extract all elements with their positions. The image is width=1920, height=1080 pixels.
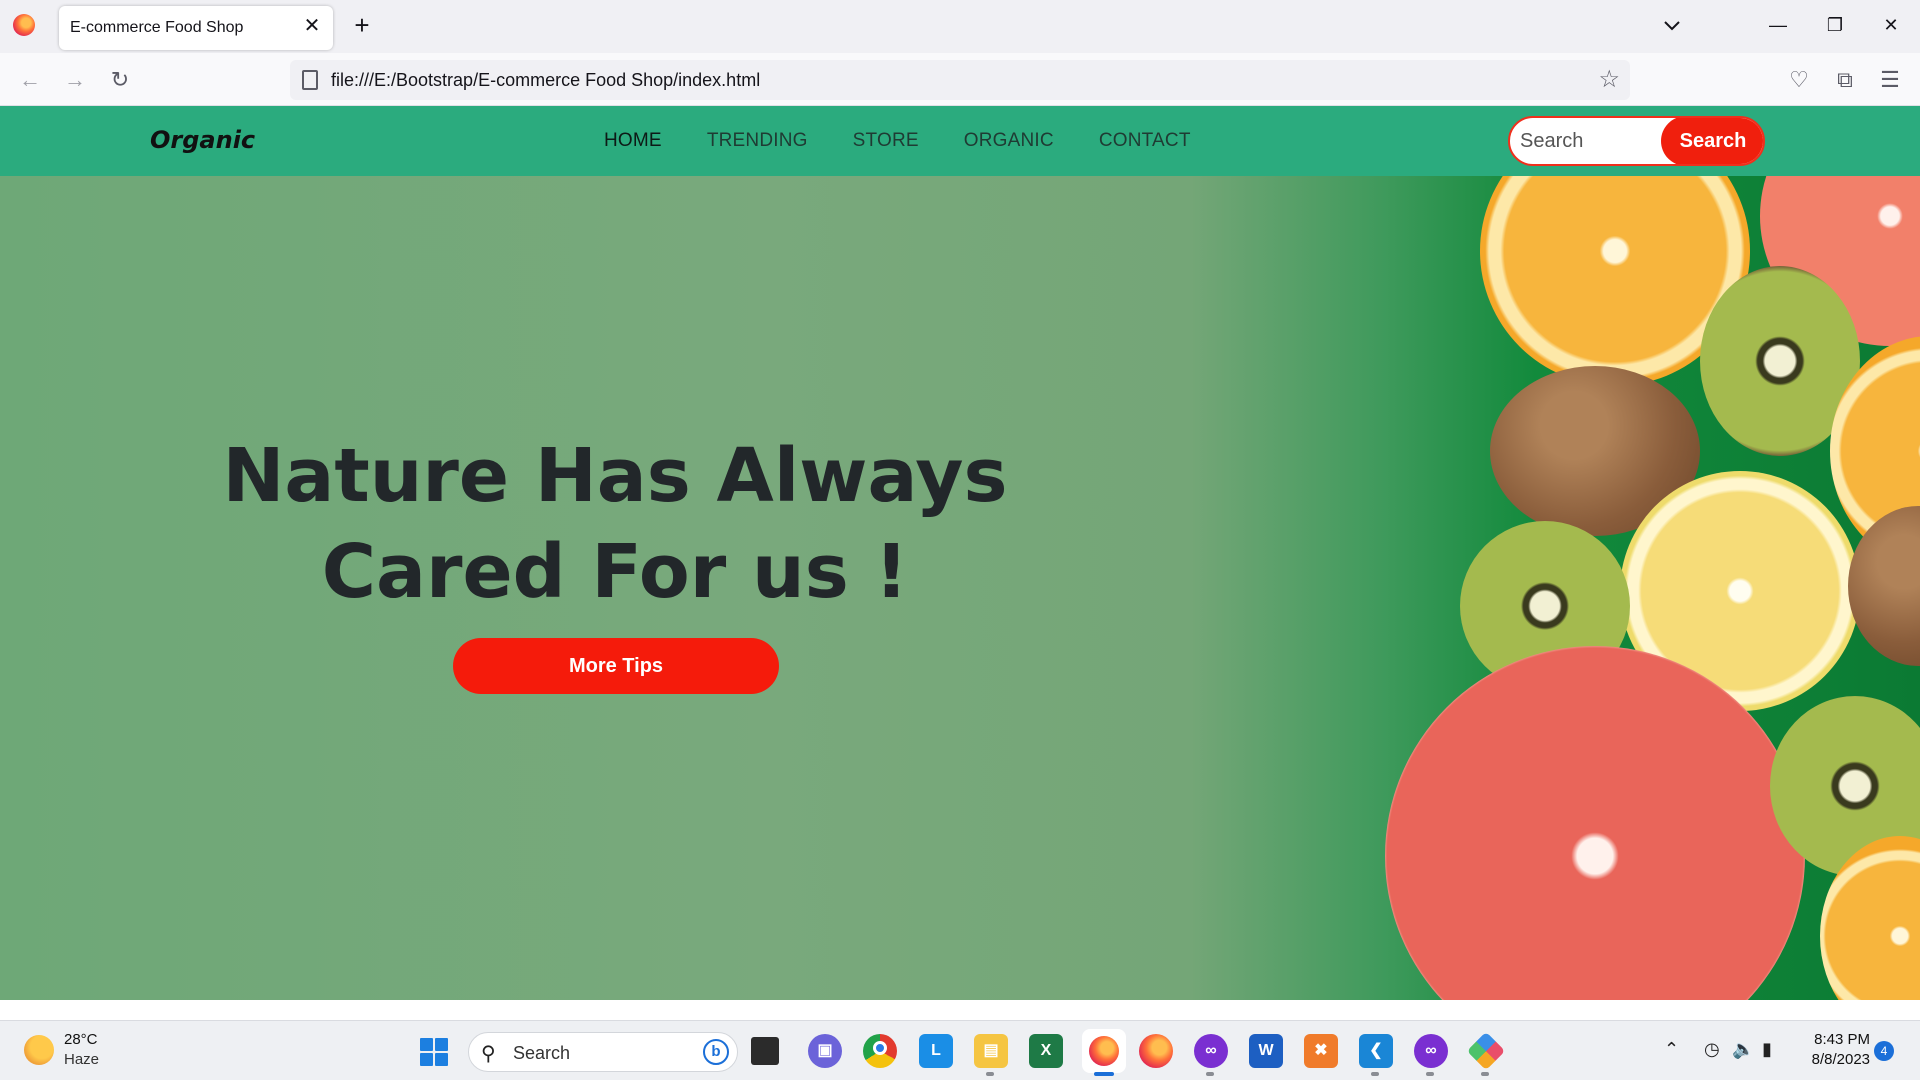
clock-time[interactable]: 8:43 PM: [1808, 1031, 1870, 1048]
webpage: Organic HOME TRENDING STORE ORGANIC CONT…: [0, 106, 1920, 1000]
battery-icon[interactable]: ▮: [1762, 1039, 1772, 1060]
bing-icon[interactable]: b: [703, 1039, 729, 1065]
weather-condition[interactable]: Haze: [64, 1051, 99, 1068]
git-icon[interactable]: [1466, 1031, 1506, 1071]
chevron-up-icon[interactable]: ⌃: [1664, 1039, 1679, 1060]
menu-contact[interactable]: CONTACT: [1099, 130, 1191, 152]
teams-icon[interactable]: ▣: [808, 1034, 842, 1068]
more-tips-button[interactable]: More Tips: [453, 638, 779, 694]
firefox-active-icon[interactable]: [1082, 1029, 1126, 1073]
new-tab-button[interactable]: +: [350, 12, 374, 38]
volume-icon[interactable]: 🔈: [1732, 1039, 1754, 1060]
menu-store[interactable]: STORE: [853, 130, 919, 152]
bookmark-star-icon[interactable]: ☆: [1598, 65, 1620, 94]
menu-trending[interactable]: TRENDING: [707, 130, 808, 152]
forward-icon[interactable]: →: [60, 65, 90, 95]
weather-temperature[interactable]: 28°C: [64, 1031, 98, 1048]
extensions-icon[interactable]: ⧉: [1830, 65, 1860, 95]
chevron-down-icon[interactable]: [1660, 14, 1684, 38]
vscode-icon[interactable]: ❮: [1359, 1034, 1393, 1068]
clock-date[interactable]: 8/8/2023: [1800, 1051, 1870, 1068]
wifi-icon[interactable]: ◷: [1704, 1039, 1720, 1060]
close-tab-icon[interactable]: ✕: [301, 15, 323, 37]
restore-icon[interactable]: ❐: [1820, 10, 1850, 40]
minimize-icon[interactable]: —: [1763, 10, 1793, 40]
reload-icon[interactable]: ↻: [105, 65, 135, 95]
start-icon[interactable]: [420, 1038, 448, 1066]
page-icon: [302, 70, 318, 90]
running-app-indicator: [1371, 1072, 1379, 1076]
main-menu: HOME TRENDING STORE ORGANIC CONTACT: [604, 130, 1191, 152]
hero-heading-line-1: Nature Has Always: [222, 433, 1008, 519]
page-bottom-area: [0, 1000, 1920, 1020]
window-close-icon[interactable]: ✕: [1876, 10, 1906, 40]
menu-icon[interactable]: ☰: [1875, 65, 1905, 95]
active-app-indicator: [1094, 1072, 1114, 1076]
running-app-indicator: [1426, 1072, 1434, 1076]
app-icon[interactable]: ∞: [1194, 1034, 1228, 1068]
firefox-logo-icon: [13, 14, 35, 36]
site-search-form: Search: [1508, 116, 1765, 166]
browser-tab-bar: E-commerce Food Shop ✕ + — ❐ ✕: [0, 0, 1920, 53]
windows-taskbar: 28°C Haze ⚲ Search b ▣ L ▤ X ∞ W ✖ ❮ ∞ ⌃…: [0, 1020, 1920, 1080]
search-icon: ⚲: [481, 1043, 496, 1065]
search-input[interactable]: [1510, 118, 1670, 164]
tab-title: E-commerce Food Shop: [70, 19, 244, 36]
l-app-icon[interactable]: L: [919, 1034, 953, 1068]
running-app-indicator: [1206, 1072, 1214, 1076]
pocket-icon[interactable]: ♡: [1784, 65, 1814, 95]
browser-toolbar: ← → ↻ file:///E:/Bootstrap/E-commerce Fo…: [0, 53, 1920, 106]
url-text[interactable]: file:///E:/Bootstrap/E-commerce Food Sho…: [331, 70, 760, 91]
taskbar-search[interactable]: ⚲ Search b: [468, 1032, 738, 1072]
url-bar[interactable]: file:///E:/Bootstrap/E-commerce Food Sho…: [290, 60, 1630, 100]
taskbar-search-label: Search: [513, 1043, 571, 1063]
task-view-icon[interactable]: [751, 1037, 779, 1065]
back-icon[interactable]: ←: [15, 65, 45, 95]
excel-icon[interactable]: X: [1029, 1034, 1063, 1068]
hero-heading: Nature Has Always Cared For us !: [200, 428, 1030, 620]
running-app-indicator: [1481, 1072, 1489, 1076]
running-app-indicator: [986, 1072, 994, 1076]
browser-tab[interactable]: E-commerce Food Shop ✕: [59, 6, 333, 50]
hero-banner: Nature Has Always Cared For us ! More Ti…: [0, 176, 1920, 1000]
word-icon[interactable]: W: [1249, 1034, 1283, 1068]
chrome-icon[interactable]: [863, 1034, 897, 1068]
search-button[interactable]: Search: [1661, 118, 1763, 164]
notification-badge[interactable]: 4: [1874, 1041, 1894, 1061]
site-navbar: Organic HOME TRENDING STORE ORGANIC CONT…: [0, 106, 1920, 176]
brand-logo[interactable]: Organic: [150, 126, 255, 154]
xampp-icon[interactable]: ✖: [1304, 1034, 1338, 1068]
hero-heading-line-2: Cared For us !: [321, 529, 909, 615]
app-icon[interactable]: ∞: [1414, 1034, 1448, 1068]
menu-organic[interactable]: ORGANIC: [964, 130, 1054, 152]
file-explorer-icon[interactable]: ▤: [974, 1034, 1008, 1068]
firefox-icon[interactable]: [1139, 1034, 1173, 1068]
menu-home[interactable]: HOME: [604, 130, 662, 152]
weather-haze-icon[interactable]: [24, 1035, 54, 1065]
